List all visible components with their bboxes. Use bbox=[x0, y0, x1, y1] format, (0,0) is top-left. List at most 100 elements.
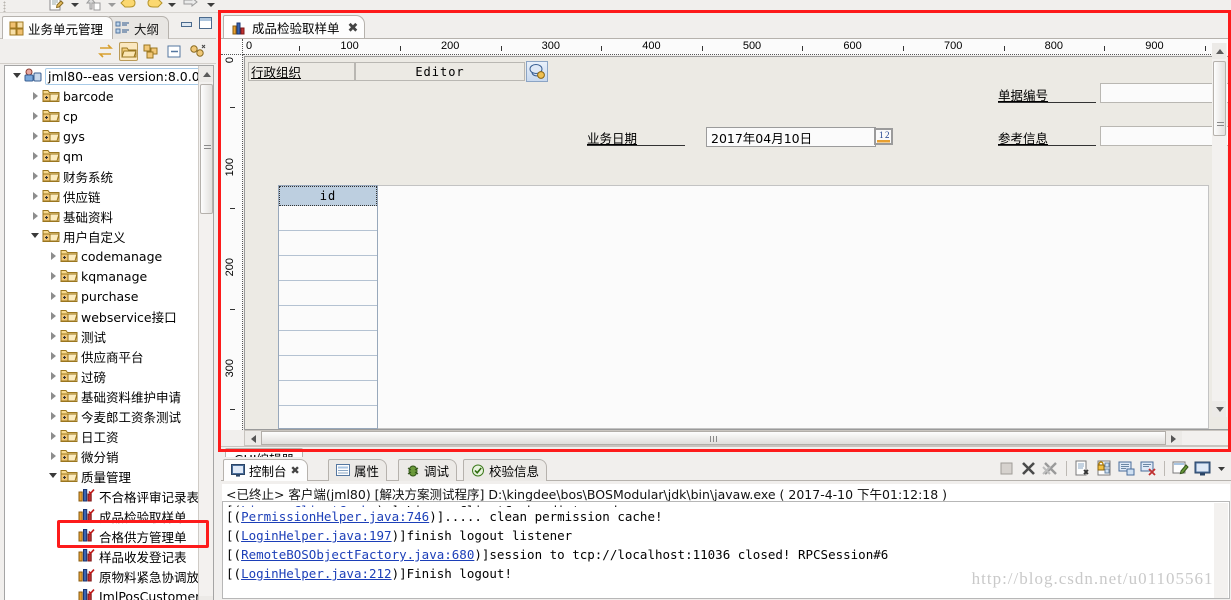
package-icon[interactable] bbox=[141, 42, 160, 61]
close-icon[interactable]: ✖ bbox=[291, 464, 300, 477]
open-console-icon[interactable] bbox=[1194, 460, 1211, 477]
collapse-arrow-icon[interactable] bbox=[47, 366, 60, 386]
tree-item-14[interactable]: 供应商平台 bbox=[5, 346, 199, 366]
collapse-arrow-icon[interactable] bbox=[29, 86, 42, 106]
table-row[interactable] bbox=[279, 206, 377, 231]
collapse-arrow-icon[interactable] bbox=[47, 246, 60, 266]
grid-column-header-id[interactable]: id bbox=[279, 186, 377, 206]
up-arrow-icon[interactable] bbox=[85, 0, 101, 12]
tree-item-18[interactable]: 日工资 bbox=[5, 426, 199, 446]
tree-item-23[interactable]: 合格供方管理单 bbox=[5, 526, 199, 546]
tree-item-5[interactable]: 财务系统 bbox=[5, 166, 199, 186]
tree-item-25[interactable]: 原物料紧急协调放 bbox=[5, 566, 199, 586]
table-row[interactable] bbox=[279, 406, 377, 429]
gui-design-canvas[interactable]: 行政组织 Editor 业务日期 2017年04月10日 1 2 单据编号 参考… bbox=[244, 56, 1231, 430]
table-row[interactable] bbox=[279, 381, 377, 406]
tree-item-2[interactable]: cp bbox=[5, 106, 199, 126]
tree-item-20[interactable]: 质量管理 bbox=[5, 466, 199, 486]
tree-item-9[interactable]: codemanage bbox=[5, 246, 199, 266]
view-menu-chevron-icon[interactable] bbox=[1216, 460, 1227, 477]
canvas-surface[interactable]: 行政组织 Editor 业务日期 2017年04月10日 1 2 单据编号 参考… bbox=[245, 57, 1230, 429]
table-row[interactable] bbox=[279, 231, 377, 256]
expand-arrow-icon[interactable] bbox=[29, 226, 42, 246]
project-tree[interactable]: jml80--eas version:8.0.0 barcode cp gys qm 财务… bbox=[4, 65, 214, 600]
collapse-arrow-icon[interactable] bbox=[47, 286, 60, 306]
scroll-up-button[interactable] bbox=[199, 66, 213, 82]
expand-arrow-icon[interactable] bbox=[47, 466, 60, 486]
collapse-arrow-icon[interactable] bbox=[29, 106, 42, 126]
collapse-arrow-icon[interactable] bbox=[29, 126, 42, 146]
minimize-button[interactable] bbox=[179, 17, 192, 29]
chevron-down-icon[interactable] bbox=[168, 3, 176, 7]
lookup-icon[interactable] bbox=[526, 61, 548, 82]
table-row[interactable] bbox=[279, 281, 377, 306]
grid-body-area[interactable] bbox=[358, 185, 1209, 429]
chevron-down-icon[interactable] bbox=[108, 3, 116, 7]
tab-console[interactable]: 控制台 ✖ bbox=[223, 459, 308, 481]
tree-vertical-scrollbar[interactable] bbox=[198, 66, 213, 600]
entry-grid[interactable]: id bbox=[278, 185, 378, 429]
table-row[interactable] bbox=[279, 356, 377, 381]
scroll-down-button[interactable] bbox=[1212, 401, 1226, 417]
console-stack-link[interactable]: RemoteBOSObjectFactory.java:680 bbox=[241, 547, 474, 562]
console-stack-link[interactable]: LoginHelper.java:212 bbox=[241, 566, 392, 581]
canvas-horizontal-scrollbar[interactable] bbox=[244, 430, 1231, 446]
tree-item-22[interactable]: 成品检验取样单 bbox=[5, 506, 199, 526]
pin-console-icon[interactable] bbox=[1172, 460, 1189, 477]
collapse-arrow-icon[interactable] bbox=[47, 306, 60, 326]
tab-debug[interactable]: 调试 bbox=[398, 459, 458, 481]
collapse-arrow-icon[interactable] bbox=[29, 186, 42, 206]
tree-item-4[interactable]: qm bbox=[5, 146, 199, 166]
collapse-arrow-icon[interactable] bbox=[47, 386, 60, 406]
tree-item-21[interactable]: 不合格评审记录表 bbox=[5, 486, 199, 506]
open-folder-icon[interactable] bbox=[119, 42, 138, 61]
editor-placeholder-field[interactable]: Editor bbox=[355, 62, 525, 81]
tree-item-13[interactable]: 测试 bbox=[5, 326, 199, 346]
editor-tab-active[interactable]: 成品检验取样单 ✖ bbox=[223, 15, 366, 39]
tab-validation-info[interactable]: 校验信息 bbox=[463, 459, 548, 481]
collapse-arrow-icon[interactable] bbox=[47, 346, 60, 366]
view-menu-icon[interactable] bbox=[188, 42, 207, 61]
org-label-field[interactable]: 行政组织 bbox=[248, 62, 355, 81]
tree-item-26[interactable]: JmlPosCustomerInf bbox=[5, 586, 199, 600]
collapse-arrow-icon[interactable] bbox=[29, 166, 42, 186]
collapse-arrow-icon[interactable] bbox=[47, 426, 60, 446]
tree-item-10[interactable]: kqmanage bbox=[5, 266, 199, 286]
tree-item-1[interactable]: barcode bbox=[5, 86, 199, 106]
link-with-editor-icon[interactable] bbox=[96, 42, 115, 61]
expand-arrow-icon[interactable] bbox=[11, 66, 24, 86]
tab-properties[interactable]: 属性 bbox=[328, 459, 388, 481]
chevron-down-icon[interactable] bbox=[207, 3, 215, 7]
scroll-thumb[interactable] bbox=[261, 431, 1166, 445]
tree-item-6[interactable]: 供应链 bbox=[5, 186, 199, 206]
close-icon[interactable]: ✖ bbox=[346, 21, 361, 34]
table-row[interactable] bbox=[279, 306, 377, 331]
collapse-arrow-icon[interactable] bbox=[47, 266, 60, 286]
collapse-arrow-icon[interactable] bbox=[29, 206, 42, 226]
tree-item-24[interactable]: 样品收发登记表 bbox=[5, 546, 199, 566]
scroll-lock-icon[interactable] bbox=[1096, 460, 1113, 477]
tree-item-17[interactable]: 今麦郎工资条测试 bbox=[5, 406, 199, 426]
scroll-right-button[interactable] bbox=[1166, 431, 1182, 445]
collapse-arrow-icon[interactable] bbox=[47, 326, 60, 346]
edit-doc-icon[interactable] bbox=[48, 0, 64, 12]
back-arrow-icon[interactable] bbox=[120, 0, 136, 12]
tab-business-unit-management[interactable]: 业务单元管理 bbox=[2, 16, 114, 39]
show-console-icon[interactable] bbox=[1118, 460, 1135, 477]
tree-item-11[interactable]: purchase bbox=[5, 286, 199, 306]
forward-arrow-icon[interactable] bbox=[145, 0, 163, 12]
scroll-left-button[interactable] bbox=[245, 431, 261, 445]
collapse-arrow-icon[interactable] bbox=[29, 146, 42, 166]
scroll-thumb[interactable] bbox=[200, 84, 213, 214]
terminate-icon[interactable] bbox=[998, 460, 1015, 477]
remove-launch-icon[interactable] bbox=[1020, 460, 1037, 477]
console-vertical-scrollbar[interactable] bbox=[1214, 503, 1228, 598]
next-arrow-icon[interactable] bbox=[182, 0, 198, 12]
clear-console-icon[interactable] bbox=[1074, 460, 1091, 477]
toolbar-grip[interactable] bbox=[3, 1, 6, 12]
table-row[interactable] bbox=[279, 256, 377, 281]
tree-item-15[interactable]: 过磅 bbox=[5, 366, 199, 386]
console-output[interactable]: [(LicenseClientCache) ] LicenseClientCac… bbox=[222, 501, 1230, 599]
tree-item-7[interactable]: 基础资料 bbox=[5, 206, 199, 226]
remove-all-terminated-icon[interactable] bbox=[1042, 460, 1059, 477]
